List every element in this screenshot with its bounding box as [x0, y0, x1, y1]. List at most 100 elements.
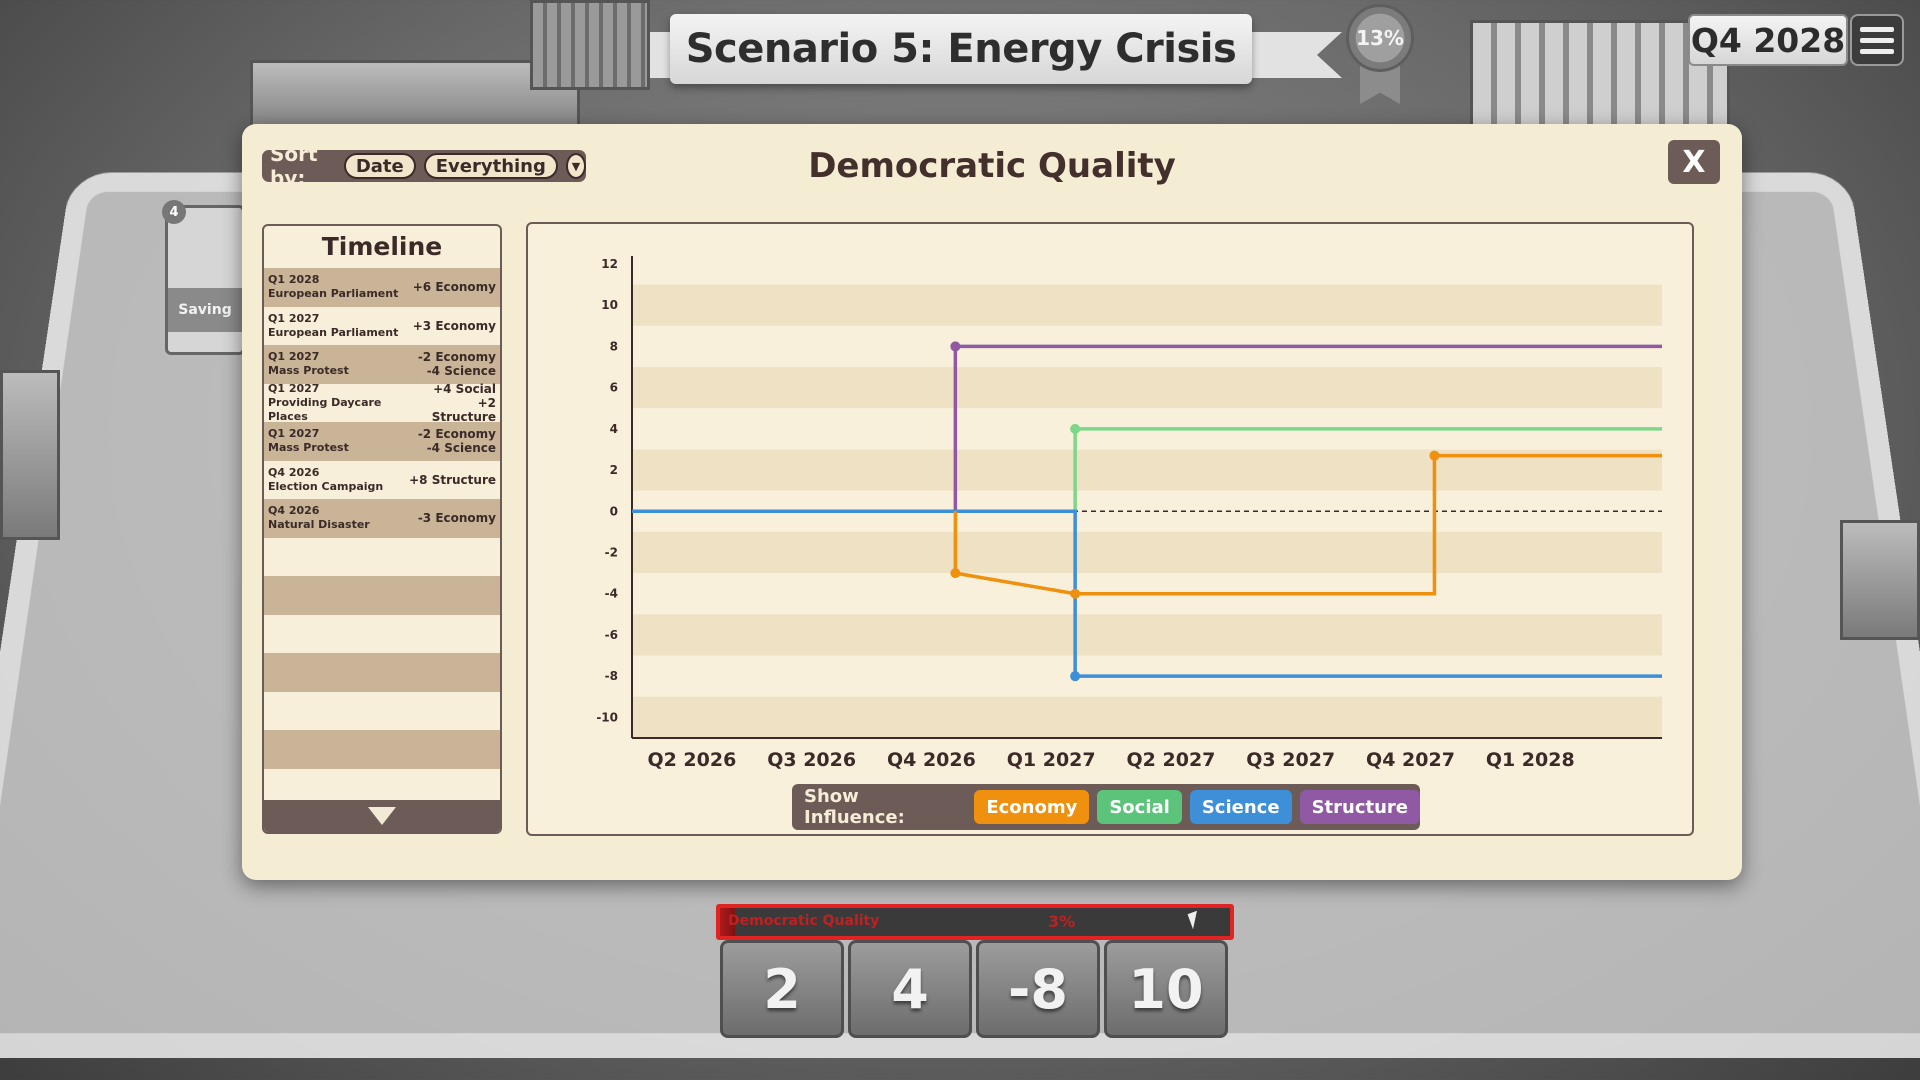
die-value[interactable]: 4: [848, 940, 972, 1038]
timeline-entry[interactable]: Q1 2027 Mass Protest -2 Economy -4 Science: [264, 422, 500, 461]
background-building: [1840, 520, 1920, 640]
background-building: [0, 370, 60, 540]
timeline-entry-event: Natural Disaster: [268, 518, 370, 532]
card-badge: 4: [162, 200, 186, 224]
timeline-entry-quarter: Q1 2027: [268, 381, 320, 395]
timeline-entry-quarter: Q1 2027: [268, 350, 320, 364]
y-tick-label: 6: [610, 381, 618, 395]
y-tick-label: 2: [610, 463, 618, 477]
sort-label: Sort by:: [270, 142, 318, 190]
timeline-empty-row: [264, 653, 500, 692]
tracker-label: Democratic Quality: [728, 913, 880, 929]
dice-row: 2 4 -8 10: [720, 940, 1228, 1038]
chevron-down-icon[interactable]: ▼: [565, 153, 586, 179]
democratic-quality-tracker[interactable]: Democratic Quality 3%: [716, 904, 1234, 940]
close-button[interactable]: X: [1668, 140, 1720, 184]
x-tick-label: Q4 2027: [1366, 749, 1455, 771]
timeline-entry-effect: +4 Social +2 Structure: [431, 381, 496, 424]
sort-bar: Sort by: Date Everything ▼: [262, 142, 586, 190]
grid-band: [632, 696, 1662, 738]
x-tick-label: Q3 2027: [1246, 749, 1335, 771]
timeline-entry[interactable]: Q1 2028 European Parliament +6 Economy: [264, 268, 500, 307]
democratic-quality-panel: Democratic Quality Sort by: Date Everyth…: [242, 124, 1742, 880]
progress-medal: 13%: [1346, 4, 1414, 72]
timeline-entry-effect: -3 Economy: [417, 511, 496, 526]
timeline-scroll-down-button[interactable]: [264, 800, 500, 832]
x-tick-label: Q3 2026: [767, 749, 856, 771]
card-label: Saving: [168, 288, 242, 332]
timeline-entry-info: Q4 2026 Natural Disaster: [268, 504, 370, 532]
x-tick-label: Q1 2027: [1007, 749, 1096, 771]
y-tick-label: -10: [596, 710, 618, 724]
sort-date-button[interactable]: Date: [343, 153, 416, 179]
y-tick-label: 4: [610, 422, 618, 436]
grid-band: [632, 284, 1662, 326]
timeline-entry[interactable]: Q4 2026 Natural Disaster -3 Economy: [264, 499, 500, 538]
timeline-entry[interactable]: Q1 2027 Mass Protest -2 Economy -4 Science: [264, 345, 500, 384]
series-point-structure: [950, 341, 961, 352]
influence-social-button[interactable]: Social: [1097, 790, 1182, 824]
timeline-entry-effect: +6 Economy: [412, 280, 496, 295]
x-tick-label: Q4 2026: [887, 749, 976, 771]
timeline-empty-row: [264, 614, 500, 653]
influence-economy-button[interactable]: Economy: [974, 790, 1090, 824]
timeline-entry-quarter: Q1 2028: [268, 273, 320, 287]
timeline-entry-effect: -2 Economy -4 Science: [417, 427, 496, 456]
timeline-list[interactable]: Q1 2028 European Parliament +6 Economy Q1 2…: [264, 268, 500, 807]
timeline-entry-effect: +8 Structure: [409, 472, 496, 487]
timeline-empty-row: [264, 691, 500, 730]
timeline-entry[interactable]: Q1 2027 Providing Daycare Places +4 Social…: [264, 381, 500, 424]
timeline-entry-info: Q1 2027 Providing Daycare Places: [268, 382, 415, 424]
die-value[interactable]: 10: [1104, 940, 1228, 1038]
grid-band: [632, 531, 1662, 574]
timeline-entry-quarter: Q1 2027: [268, 427, 320, 441]
influence-chart: 12 10 8 6 4 2 0 -2 -4 -6 -8 -10 Q2 2026 Q3 2026 Q4 202…: [526, 222, 1694, 836]
series-point-science: [1070, 671, 1081, 682]
timeline-entry-info: Q1 2027 Mass Protest: [268, 350, 349, 378]
timeline-entry-effect: +3 Economy: [412, 318, 496, 333]
influence-filter-bar: Show Influence: Economy Social Science S…: [792, 784, 1420, 830]
sort-filter-select[interactable]: Everything: [423, 153, 558, 179]
timeline-title: Timeline: [321, 232, 443, 261]
chart-svg: 12 10 8 6 4 2 0 -2 -4 -6 -8 -10 Q2 2026 Q3 2026 Q4 202…: [596, 243, 1662, 771]
timeline-entry[interactable]: Q1 2027 European Parliament +3 Economy: [264, 306, 500, 345]
timeline-entry-quarter: Q4 2026: [268, 465, 320, 479]
die-value[interactable]: -8: [976, 940, 1100, 1038]
menu-icon: [1860, 26, 1894, 32]
background-building: [530, 0, 650, 90]
timeline-entry-info: Q1 2027 European Parliament: [268, 312, 398, 340]
timeline-entry-info: Q4 2026 Election Campaign: [268, 466, 383, 494]
timeline-empty-row: [264, 537, 500, 576]
timeline-entry[interactable]: Q4 2026 Election Campaign +8 Structure: [264, 460, 500, 499]
arrow-down-icon: [368, 807, 396, 825]
y-tick-label: -6: [605, 628, 618, 642]
cursor-icon: [1187, 910, 1203, 930]
timeline-entry-event: Mass Protest: [268, 441, 349, 455]
background-card: 4 Saving: [162, 200, 245, 355]
grid-band: [632, 614, 1662, 656]
die-value[interactable]: 2: [720, 940, 844, 1038]
timeline-entry-event: European Parliament: [268, 325, 399, 339]
influence-science-button[interactable]: Science: [1189, 790, 1292, 824]
x-tick-label: Q1 2028: [1486, 749, 1575, 771]
timeline-entry-event: Election Campaign: [268, 479, 384, 493]
timeline-entry-quarter: Q4 2026: [268, 504, 320, 518]
scenario-banner: Scenario 5: Energy Crisis: [670, 14, 1252, 84]
scenario-title: Scenario 5: Energy Crisis: [685, 26, 1237, 72]
y-tick-label: 0: [610, 504, 618, 518]
influence-structure-button[interactable]: Structure: [1299, 790, 1420, 824]
timeline-entry-event: Providing Daycare Places: [268, 395, 382, 423]
y-tick-label: 12: [601, 257, 618, 271]
series-point-economy: [1070, 588, 1081, 599]
menu-button[interactable]: [1850, 14, 1904, 66]
influence-label: Show Influence:: [804, 786, 905, 828]
grid-band: [632, 243, 1662, 285]
y-tick-label: -2: [605, 546, 618, 560]
y-tick-label: 8: [610, 339, 618, 353]
timeline-empty-row: [264, 576, 500, 615]
timeline-entry-info: Q1 2027 Mass Protest: [268, 427, 349, 455]
tracker-percent: 3%: [1048, 912, 1076, 931]
timeline-panel: Timeline Q1 2028 European Parliament +6 Ec…: [262, 224, 502, 834]
y-tick-label: 10: [601, 298, 618, 312]
series-point-economy: [1429, 450, 1440, 461]
